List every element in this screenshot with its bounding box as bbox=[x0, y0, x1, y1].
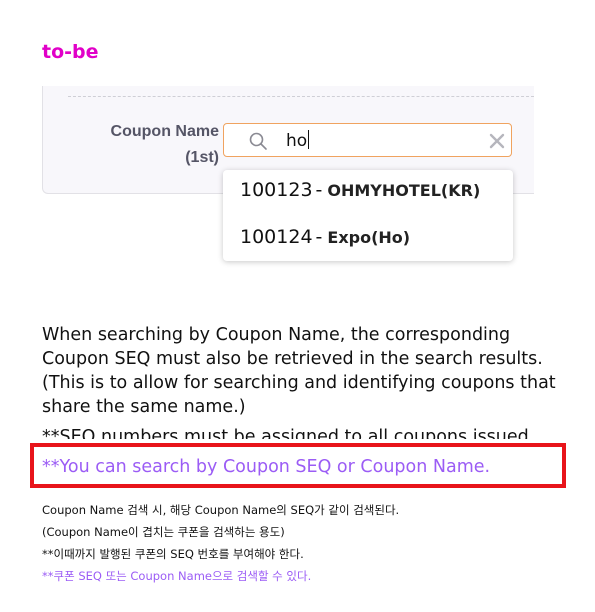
separator: - bbox=[315, 226, 323, 248]
label-line-1: Coupon Name bbox=[110, 123, 219, 140]
description-paragraph: When searching by Coupon Name, the corre… bbox=[42, 325, 556, 417]
description-block: When searching by Coupon Name, the corre… bbox=[42, 323, 582, 439]
coupon-name: OHMYHOTEL(KR) bbox=[327, 181, 481, 200]
text-caret bbox=[308, 130, 310, 149]
divider bbox=[68, 96, 534, 97]
search-suggestions-dropdown: 100123- OHMYHOTEL(KR) 100124- Expo(Ho) bbox=[223, 170, 513, 261]
korean-note-3: **이때까지 발행된 쿠폰의 SEQ 번호를 부여해야 한다. bbox=[42, 547, 304, 561]
korean-note-4: **쿠폰 SEQ 또는 Coupon Name으로 검색할 수 있다. bbox=[42, 569, 312, 583]
korean-note-1: Coupon Name 검색 시, 해당 Coupon Name의 SEQ가 같… bbox=[42, 503, 400, 517]
seq-note: **SEQ numbers must be assigned to all co… bbox=[42, 427, 535, 439]
coupon-seq: 100123 bbox=[240, 179, 313, 201]
coupon-name: Expo(Ho) bbox=[327, 228, 411, 247]
highlight-text: **You can search by Coupon SEQ or Coupon… bbox=[42, 457, 491, 477]
label-line-2: (1st) bbox=[185, 149, 219, 166]
close-icon[interactable] bbox=[489, 133, 505, 149]
search-value[interactable]: ho bbox=[286, 131, 307, 151]
separator: - bbox=[315, 179, 323, 201]
page-title: to-be bbox=[42, 41, 99, 63]
coupon-name-search-input[interactable]: ho bbox=[223, 123, 512, 157]
suggestion-item[interactable]: 100123- OHMYHOTEL(KR) bbox=[240, 175, 480, 205]
search-icon bbox=[249, 132, 267, 150]
coupon-seq: 100124 bbox=[240, 226, 313, 248]
korean-note-2: (Coupon Name이 겹치는 쿠폰을 검색하는 용도) bbox=[42, 525, 285, 539]
suggestion-item[interactable]: 100124- Expo(Ho) bbox=[240, 222, 410, 252]
coupon-name-label: Coupon Name (1st) bbox=[86, 119, 219, 171]
search-value-wrap[interactable]: ho bbox=[286, 130, 310, 151]
korean-notes: Coupon Name 검색 시, 해당 Coupon Name의 SEQ가 같… bbox=[42, 499, 399, 587]
